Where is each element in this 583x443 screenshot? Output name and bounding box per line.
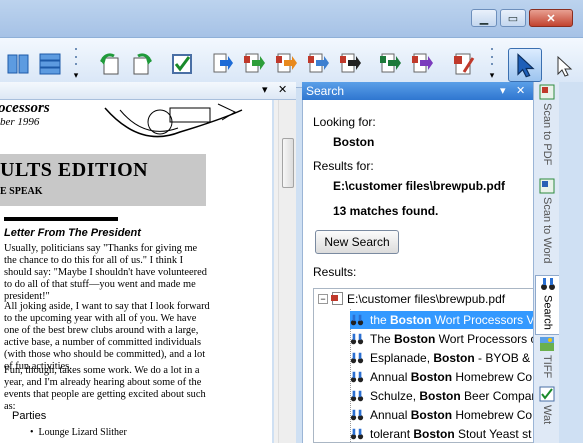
logo-illustration-icon [104,103,243,138]
rotate-left-icon[interactable] [96,50,124,78]
tree-root[interactable]: − E:\customer files\brewpub.pdf [318,292,505,306]
paragraph-2: All joking aside, I want to say that I l… [4,301,210,372]
result-row[interactable]: The Boston Wort Processors o [350,330,534,348]
result-row[interactable]: Annual Boston Homebrew Co [350,406,533,424]
document-pane-header: ▾ ✕ [0,82,296,100]
document-view[interactable]: ocessors ber 1996 ULTS EDITION E SPEAK L… [0,100,272,443]
two-page-view-icon[interactable] [4,50,32,78]
binoculars-icon [350,351,364,365]
edition-subtitle: E SPEAK [0,186,43,197]
new-search-button[interactable]: New Search [315,230,399,254]
pdf-file-icon [331,292,343,305]
search-panel-title: Search [306,84,345,98]
result-text: Annual Boston Homebrew Co [370,408,533,422]
collapse-icon[interactable]: − [318,294,328,304]
result-row[interactable]: Schulze, Boston Beer Compar [350,387,534,405]
results-label: Results: [313,265,357,279]
tab-watch[interactable]: Wat [535,386,559,443]
checklist-icon [539,386,555,402]
export-black-icon[interactable] [336,50,364,78]
match-count: 13 matches found. [333,204,439,218]
pdf-edit-icon[interactable] [450,50,478,78]
letter-heading: Letter From The President [4,227,141,239]
looking-for-value: Boston [333,135,375,149]
binoculars-icon [350,389,364,403]
result-text: Esplanade, Boston - BYOB & I [370,351,534,365]
window-titlebar: ▁ ▭ ✕ [0,0,583,38]
export-orange-icon[interactable] [272,50,300,78]
export-excel-icon[interactable] [376,50,404,78]
tab-scan-to-word[interactable]: Scan to Word [535,178,559,276]
results-for-label: Results for: [313,159,374,173]
result-text: The Boston Wort Processors o [370,332,534,346]
result-text: Annual Boston Homebrew Co [370,370,533,384]
binoculars-icon [350,332,364,346]
edition-title: ULTS EDITION [0,159,149,181]
dropdown-icon[interactable]: ▾ [262,83,268,96]
close-panel-icon[interactable]: ✕ [516,84,525,97]
scan-pdf-icon [539,84,555,100]
binoculars-icon [350,313,364,327]
binoculars-icon [350,370,364,384]
tab-scan-to-pdf[interactable]: Scan to PDF [535,84,559,176]
paragraph-1: Usually, politicians say "Thanks for giv… [4,243,207,302]
minimize-button[interactable]: ▁ [471,9,497,27]
close-pane-icon[interactable]: ✕ [278,83,287,96]
export-purple-icon[interactable] [408,50,436,78]
export-xml-icon[interactable] [304,50,332,78]
binoculars-icon [350,408,364,422]
export-green-icon[interactable] [240,50,268,78]
result-text: Schulze, Boston Beer Compar [370,389,534,403]
result-row[interactable]: Esplanade, Boston - BYOB & I [350,349,534,367]
lounge-item: • Lounge Lizard Slither [30,427,127,438]
window-edge [559,82,583,443]
export-blue-icon[interactable] [208,50,236,78]
tab-search[interactable]: Search [535,275,559,335]
scrollbar-thumb[interactable] [282,138,294,188]
toolbar-grip-2[interactable]: ▾ [488,48,496,80]
result-text: the Boston Wort Processors V [370,313,534,327]
paragraph-3: Fun, though, takes some work. We do a lo… [4,365,206,412]
result-row[interactable]: tolerant Boston Stout Yeast st [350,425,533,442]
results-tree[interactable]: − E:\customer files\brewpub.pdf the Bosto… [313,288,534,443]
pointer-tool-icon[interactable] [548,52,576,80]
maximize-button[interactable]: ▭ [500,9,526,27]
result-row[interactable]: Annual Boston Homebrew Co [350,368,533,386]
close-window-button[interactable]: ✕ [529,9,573,27]
binoculars-icon [350,427,364,441]
looking-for-label: Looking for: [313,115,376,129]
binoculars-icon [540,278,555,290]
main-toolbar: ▾ ▾ [0,38,583,88]
scan-word-icon [539,178,555,194]
doc-header: ocessors [0,100,50,116]
results-for-value: E:\customer files\brewpub.pdf [333,179,506,193]
result-row[interactable]: the Boston Wort Processors V [350,311,534,329]
continuous-view-icon[interactable] [36,50,64,78]
tiff-image-icon [540,337,554,351]
rotate-right-icon[interactable] [128,50,156,78]
side-tab-strip: Scan to PDF Scan to Word Search TIFF Wat [533,82,559,443]
divider [4,217,118,221]
search-panel: Looking for: Boston Results for: E:\cust… [302,100,534,443]
toolbar-grip[interactable]: ▾ [72,48,80,80]
document-scrollbar[interactable] [278,100,296,443]
search-panel-header: Search ▾ ✕ [302,82,533,100]
select-tool-button[interactable] [508,48,542,82]
dropdown-icon[interactable]: ▾ [500,84,506,97]
tab-tiff[interactable]: TIFF [535,336,559,384]
result-text: tolerant Boston Stout Yeast st [370,427,532,441]
checklist-icon[interactable] [168,50,196,78]
parties-label: Parties [12,410,47,422]
doc-date: ber 1996 [0,116,40,128]
